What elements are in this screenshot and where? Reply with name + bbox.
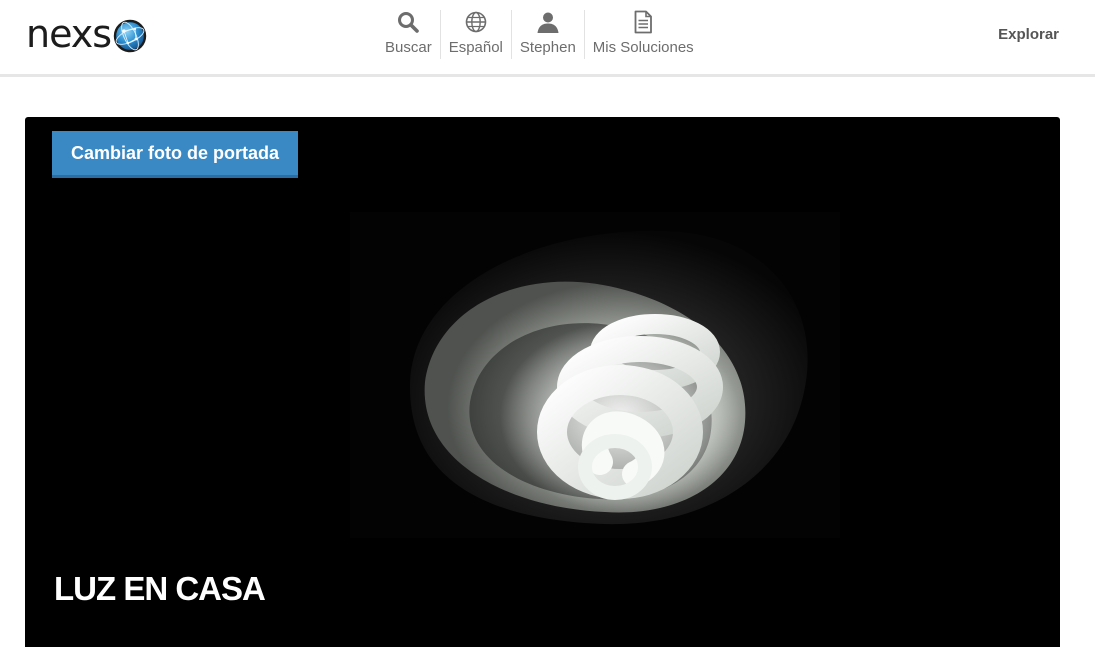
nav-label: Buscar	[385, 39, 432, 56]
solution-title: LUZ EN CASA	[54, 570, 266, 607]
nav-label: Español	[448, 39, 503, 56]
logo-text: nexs	[26, 12, 112, 56]
nav-item-language[interactable]: Español	[439, 10, 511, 59]
document-icon	[634, 10, 653, 34]
explore-link[interactable]: Explorar	[998, 26, 1059, 44]
user-icon	[537, 12, 559, 33]
nav-item-mis-soluciones[interactable]: Mis Soluciones	[583, 10, 702, 59]
main-nav: Buscar Español Stephen Mis Soluciones	[377, 10, 702, 59]
nav-item-buscar[interactable]: Buscar	[377, 10, 440, 59]
nav-label: Mis Soluciones	[592, 39, 694, 56]
cover-area: Cambiar foto de portada LUZ EN CASA	[25, 117, 1060, 647]
nexso-logo[interactable]: nexs	[26, 14, 148, 54]
nav-item-user[interactable]: Stephen	[510, 10, 584, 59]
nav-label: Stephen	[519, 39, 576, 56]
globe-icon	[465, 11, 487, 33]
top-header: nexs Buscar Español Stephen Mis Solucion…	[0, 0, 1095, 77]
search-icon	[398, 12, 420, 33]
cover-photo	[350, 212, 840, 538]
globe-logo-icon	[113, 19, 147, 52]
change-cover-photo-button[interactable]: Cambiar foto de portada	[52, 131, 299, 178]
